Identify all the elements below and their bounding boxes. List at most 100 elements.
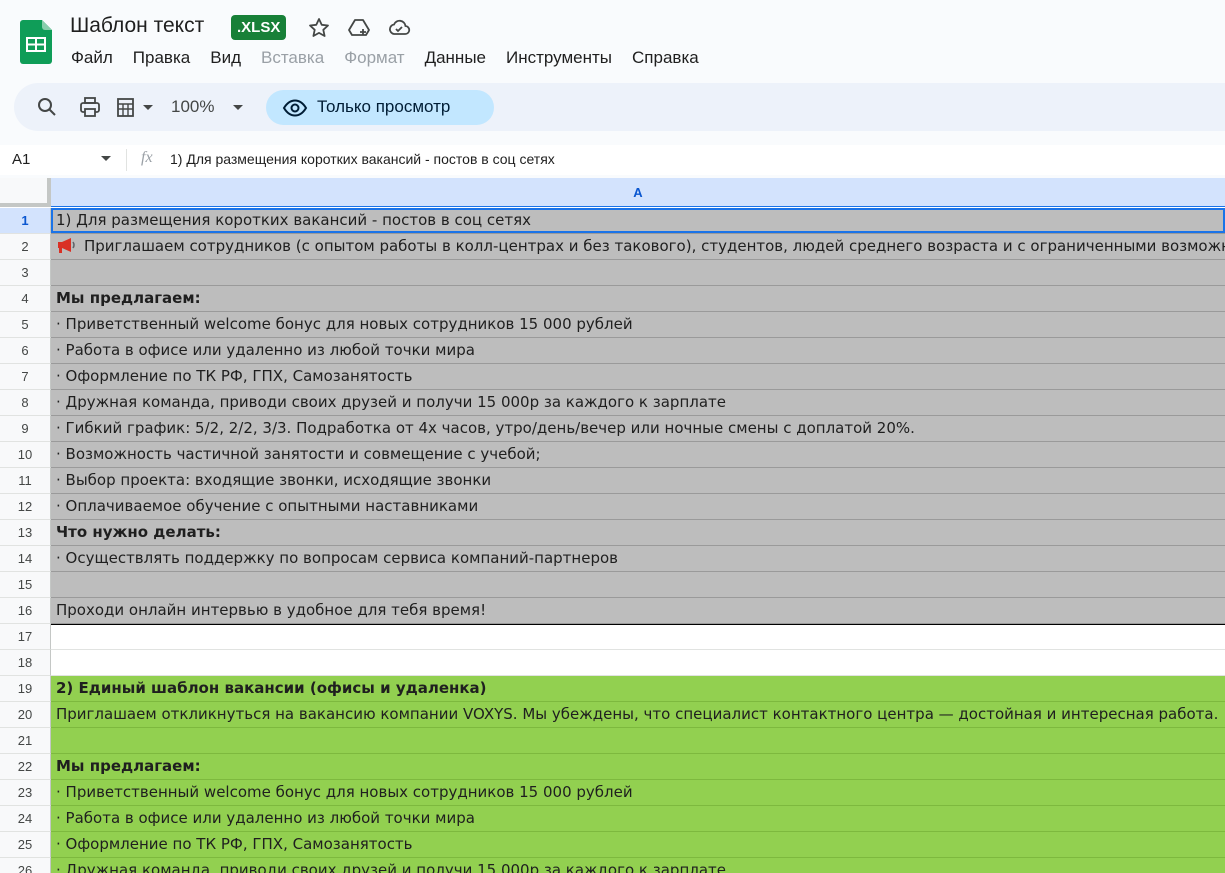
cell-a5[interactable]: · Приветственный welcome бонус для новых… [51, 312, 1225, 338]
row-number[interactable]: 5 [0, 312, 51, 338]
cell-a22[interactable]: Мы предлагаем: [51, 754, 1225, 780]
table-row: 22 Мы предлагаем: [0, 754, 1225, 780]
table-row: 2 Приглашаем сотрудников (с опытом работы… [0, 234, 1225, 260]
cell-a15[interactable] [51, 572, 1225, 598]
row-number[interactable]: 12 [0, 494, 51, 520]
row-number[interactable]: 21 [0, 728, 51, 754]
cell-a12[interactable]: · Оплачиваемое обучение с опытными наста… [51, 494, 1225, 520]
cell-a14[interactable]: · Осуществлять поддержку по вопросам сер… [51, 546, 1225, 572]
table-row: 18 [0, 650, 1225, 676]
name-box-dropdown-icon[interactable] [99, 152, 113, 166]
cell-text: Что нужно делать: [56, 523, 221, 541]
cell-a25[interactable]: · Оформление по ТК РФ, ГПХ, Самозанятост… [51, 832, 1225, 858]
print-icon[interactable] [78, 95, 102, 119]
cell-a2[interactable]: Приглашаем сотрудников (с опытом работы … [51, 234, 1225, 260]
row-number[interactable]: 2 [0, 234, 51, 260]
cell-a20[interactable]: Приглашаем откликнуться на вакансию комп… [51, 702, 1225, 728]
row-number[interactable]: 6 [0, 338, 51, 364]
cell-a7[interactable]: · Оформление по ТК РФ, ГПХ, Самозанятост… [51, 364, 1225, 390]
row-number[interactable]: 13 [0, 520, 51, 546]
move-to-drive-icon[interactable] [347, 16, 371, 40]
cell-text: · Работа в офисе или удаленно из любой т… [56, 809, 475, 827]
row-number[interactable]: 19 [0, 676, 51, 702]
row-number[interactable]: 22 [0, 754, 51, 780]
menu-help[interactable]: Справка [632, 48, 699, 68]
row-number[interactable]: 3 [0, 260, 51, 286]
title-bar: Шаблон текст .XLSX Файл Правка Вид Встав… [0, 0, 1225, 82]
star-icon[interactable] [307, 16, 331, 40]
menu-data[interactable]: Данные [425, 48, 486, 68]
cell-a8[interactable]: · Дружная команда, приводи своих друзей … [51, 390, 1225, 416]
cell-text: · Дружная команда, приводи своих друзей … [56, 393, 727, 411]
cell-a3[interactable] [51, 260, 1225, 286]
row-number[interactable]: 7 [0, 364, 51, 390]
cell-text: · Осуществлять поддержку по вопросам сер… [56, 549, 618, 567]
table-row: 21 [0, 728, 1225, 754]
row-number[interactable]: 26 [0, 858, 51, 873]
cell-a10[interactable]: · Возможность частичной занятости и совм… [51, 442, 1225, 468]
row-number[interactable]: 16 [0, 598, 51, 624]
cell-text: 1) Для размещения коротких вакансий - по… [56, 211, 531, 229]
cell-a18[interactable] [51, 650, 1225, 676]
row-number[interactable]: 14 [0, 546, 51, 572]
chevron-down-icon[interactable] [140, 95, 156, 119]
spreadsheet-grid: A 1 1) Для размещения коротких вакансий -… [0, 178, 1225, 873]
cell-text: · Дружная команда, приводи своих друзей … [56, 861, 727, 873]
cell-a4[interactable]: Мы предлагаем: [51, 286, 1225, 312]
menu-tools[interactable]: Инструменты [506, 48, 612, 68]
cell-a26[interactable]: · Дружная команда, приводи своих друзей … [51, 858, 1225, 873]
cell-text: · Оплачиваемое обучение с опытными наста… [56, 497, 479, 515]
name-box[interactable]: A1 [12, 151, 30, 168]
cell-a24[interactable]: · Работа в офисе или удаленно из любой т… [51, 806, 1225, 832]
row-number[interactable]: 9 [0, 416, 51, 442]
menu-view[interactable]: Вид [210, 48, 241, 68]
view-only-button[interactable]: Только просмотр [266, 90, 494, 125]
cell-text: · Гибкий график: 5/2, 2/2, 3/3. Подработ… [56, 419, 915, 437]
cell-text: Приглашаем откликнуться на вакансию комп… [56, 705, 1219, 723]
zoom-select[interactable]: 100% [171, 97, 214, 117]
search-icon[interactable] [35, 95, 59, 119]
sheets-logo-icon[interactable] [20, 20, 52, 64]
menu-file[interactable]: Файл [71, 48, 113, 68]
menu-edit[interactable]: Правка [133, 48, 190, 68]
table-row: 20 Приглашаем откликнуться на вакансию ко… [0, 702, 1225, 728]
row-number[interactable]: 20 [0, 702, 51, 728]
row-number[interactable]: 1 [0, 208, 51, 234]
cell-a17[interactable] [51, 624, 1225, 650]
cell-a6[interactable]: · Работа в офисе или удаленно из любой т… [51, 338, 1225, 364]
menu-bar: Файл Правка Вид Вставка Формат Данные Ин… [71, 48, 719, 68]
cell-text: · Приветственный welcome бонус для новых… [56, 783, 633, 801]
row-number[interactable]: 15 [0, 572, 51, 598]
cell-a16[interactable]: Проходи онлайн интервью в удобное для те… [51, 598, 1225, 624]
megaphone-icon [58, 238, 75, 253]
format-paint-icon[interactable] [115, 95, 139, 119]
column-header-a[interactable]: A [51, 178, 1225, 207]
cell-a11[interactable]: · Выбор проекта: входящие звонки, исходя… [51, 468, 1225, 494]
row-number[interactable]: 4 [0, 286, 51, 312]
cell-a23[interactable]: · Приветственный welcome бонус для новых… [51, 780, 1225, 806]
cell-a9[interactable]: · Гибкий график: 5/2, 2/2, 3/3. Подработ… [51, 416, 1225, 442]
cell-a1[interactable]: 1) Для размещения коротких вакансий - по… [51, 208, 1225, 234]
cell-text: · Выбор проекта: входящие звонки, исходя… [56, 471, 492, 489]
cell-text: · Оформление по ТК РФ, ГПХ, Самозанятост… [56, 835, 413, 853]
menu-format[interactable]: Формат [344, 48, 404, 68]
row-number[interactable]: 18 [0, 650, 51, 676]
eye-icon [282, 99, 308, 117]
cell-a13[interactable]: Что нужно делать: [51, 520, 1225, 546]
select-all-corner[interactable] [0, 178, 51, 207]
cell-a21[interactable] [51, 728, 1225, 754]
row-number[interactable]: 17 [0, 624, 51, 650]
row-number[interactable]: 11 [0, 468, 51, 494]
cloud-saved-icon[interactable] [387, 16, 411, 40]
row-number[interactable]: 8 [0, 390, 51, 416]
menu-insert[interactable]: Вставка [261, 48, 324, 68]
document-title[interactable]: Шаблон текст [70, 14, 204, 38]
row-number[interactable]: 23 [0, 780, 51, 806]
row-number[interactable]: 25 [0, 832, 51, 858]
table-row: 9 · Гибкий график: 5/2, 2/2, 3/3. Подрабо… [0, 416, 1225, 442]
row-number[interactable]: 10 [0, 442, 51, 468]
row-number[interactable]: 24 [0, 806, 51, 832]
cell-a19[interactable]: 2) Единый шаблон вакансии (офисы и удале… [51, 676, 1225, 702]
zoom-chevron-down-icon[interactable] [230, 95, 246, 119]
formula-input[interactable]: 1) Для размещения коротких вакансий - по… [170, 151, 555, 167]
